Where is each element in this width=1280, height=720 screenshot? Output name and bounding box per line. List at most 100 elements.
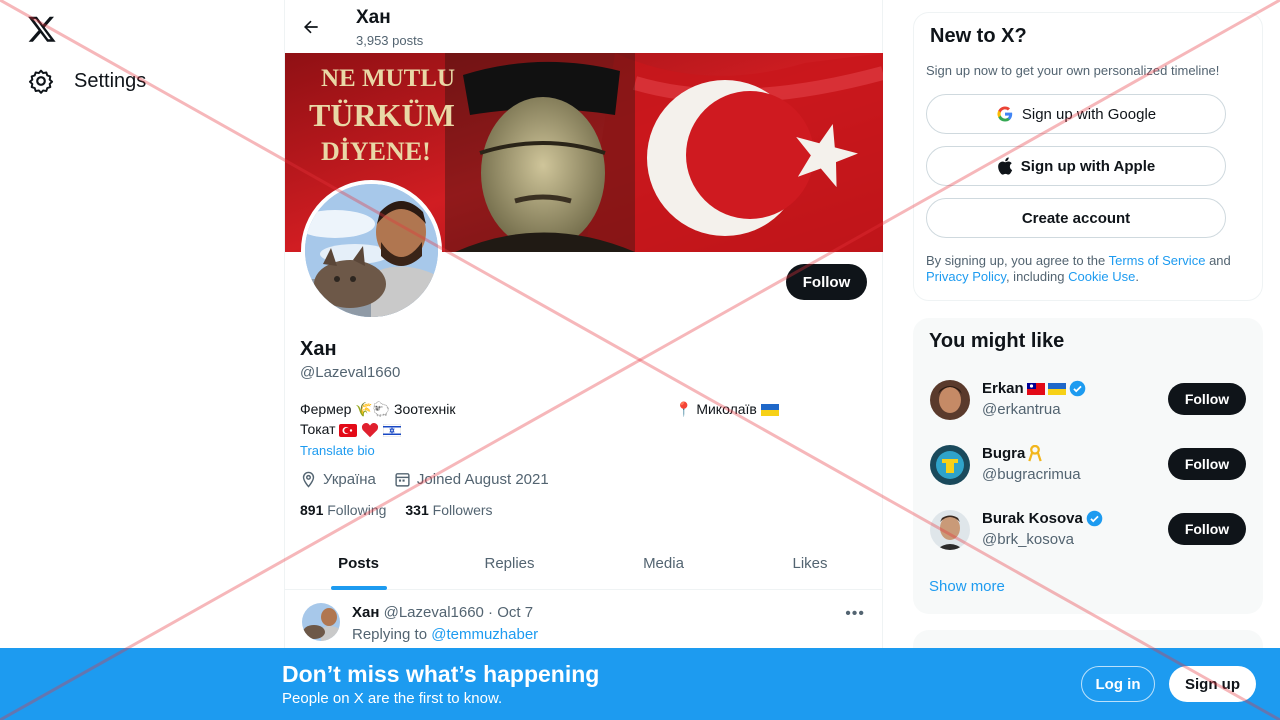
ukraine-flag-icon	[760, 404, 779, 417]
new-to-x-subtitle: Sign up now to get your own personalized…	[926, 63, 1220, 78]
banner-text-line1: NE MUTLU	[321, 65, 455, 92]
following-label: Following	[327, 502, 387, 518]
header-profile-name: Хан	[356, 7, 391, 28]
legal-prefix: By signing up, you agree to the	[926, 253, 1106, 268]
tab-posts[interactable]: Posts	[285, 537, 432, 590]
terms-link[interactable]: Terms of Service	[1109, 253, 1206, 268]
signup-bar-subtitle: People on X are the first to know.	[282, 690, 503, 707]
suggested-user-handle: @erkantrua	[982, 401, 1061, 418]
settings-label: Settings	[74, 69, 147, 92]
signup-legal-text: By signing up, you agree to the Terms of…	[926, 253, 1246, 285]
new-to-x-card: New to X? Sign up now to get your own pe…	[913, 12, 1263, 301]
signup-google-label: Sign up with Google	[1021, 105, 1157, 123]
header-post-count: 3,953 posts	[356, 33, 424, 48]
profile-tabs: Posts Replies Media Likes	[285, 537, 883, 590]
profile-column: Хан 3,953 posts NE MUTLU TÜRKÜM DİYENE! …	[284, 0, 883, 720]
verified-badge-icon	[1069, 380, 1085, 397]
turkey-flag-icon	[339, 423, 358, 437]
following-count: 891	[300, 502, 324, 518]
signup-button[interactable]: Sign up	[1169, 666, 1256, 702]
suggested-user[interactable]: Erkan @erkantrua Follow	[913, 380, 1263, 445]
suggested-user-name-row: Burak Kosova	[982, 510, 1103, 527]
suggested-user-name-row: Bugra	[982, 445, 1043, 462]
post-item[interactable]: Хан @Lazeval1660 · Oct 7 Replying to @te…	[285, 591, 883, 651]
following-link[interactable]: 891 Following	[300, 502, 386, 518]
banner-text-line2: TÜRKÜM	[309, 97, 455, 133]
signup-prompt-bar: Don’t miss what’s happening People on X …	[0, 648, 1280, 720]
cookie-link[interactable]: Cookie Use	[1068, 269, 1135, 284]
post-header: Хан @Lazeval1660 · Oct 7	[352, 604, 533, 621]
followers-count: 331	[405, 502, 429, 518]
follow-button[interactable]: Follow	[1168, 448, 1246, 480]
suggested-user[interactable]: Bugra @bugracrimua Follow	[913, 445, 1263, 510]
show-more-link[interactable]: Show more	[929, 578, 1005, 595]
create-account-button[interactable]: Create account	[926, 198, 1226, 238]
ukraine-flag-icon	[1047, 382, 1066, 395]
bio-line-1: Фермер 🌾🐑 Зоотехнік	[300, 401, 456, 417]
bio-line-2-text: Токат	[300, 421, 336, 437]
signup-google-button[interactable]: Sign up with Google	[926, 94, 1226, 134]
follow-profile-button[interactable]: Follow	[786, 264, 867, 300]
profile-avatar[interactable]	[301, 180, 442, 321]
red-heart-icon	[362, 423, 379, 438]
settings-link[interactable]: Settings	[28, 68, 146, 94]
location-item: Україна	[300, 471, 376, 488]
google-icon	[997, 106, 1013, 122]
israel-flag-icon	[383, 423, 402, 437]
signup-apple-label: Sign up with Apple	[1020, 157, 1156, 175]
suggested-user-name: Erkan	[982, 380, 1024, 397]
new-to-x-title: New to X?	[930, 25, 1027, 47]
privacy-link[interactable]: Privacy Policy	[926, 269, 1006, 284]
tab-media[interactable]: Media	[587, 537, 740, 590]
suggested-user-handle: @bugracrimua	[982, 466, 1081, 483]
banner-text-line3: DİYENE!	[321, 137, 431, 166]
more-options-icon[interactable]: •••	[845, 605, 865, 623]
login-button[interactable]: Log in	[1081, 666, 1155, 702]
signup-apple-button[interactable]: Sign up with Apple	[926, 146, 1226, 186]
taiwan-flag-icon	[1026, 382, 1045, 395]
suggested-user[interactable]: Burak Kosova @brk_kosova Follow	[913, 510, 1263, 575]
replying-to-link[interactable]: @temmuzhaber	[431, 626, 538, 643]
suggested-user-name: Bugra	[982, 445, 1026, 462]
followers-label: Followers	[432, 502, 493, 518]
legal-and: and	[1209, 253, 1231, 268]
followers-link[interactable]: 331 Followers	[405, 502, 492, 518]
post-author-name[interactable]: Хан	[352, 604, 379, 621]
tab-replies[interactable]: Replies	[432, 537, 587, 590]
suggested-user-handle: @brk_kosova	[982, 531, 1074, 548]
profile-handle: @Lazeval1660	[300, 364, 401, 381]
post-replying-to: Replying to @temmuzhaber	[352, 626, 538, 643]
tab-likes[interactable]: Likes	[740, 537, 880, 590]
post-handle-date: @Lazeval1660 · Oct 7	[383, 604, 534, 621]
signup-bar-title: Don’t miss what’s happening	[282, 661, 600, 687]
profile-name: Хан	[300, 338, 337, 360]
profile-meta: Україна Joined August 2021	[300, 471, 549, 488]
you-might-like-title: You might like	[929, 330, 1065, 352]
x-logo-icon[interactable]	[27, 14, 57, 44]
location-text: Україна	[323, 471, 376, 488]
yellow-ribbon-icon	[1028, 445, 1043, 462]
bio-location-text: 📍 Миколаїв	[675, 401, 757, 417]
left-nav: Settings	[0, 0, 284, 720]
follow-stats: 891 Following 331 Followers	[300, 502, 493, 518]
suggested-user-avatar[interactable]	[930, 445, 970, 485]
location-pin-icon	[302, 471, 315, 488]
suggested-user-name-row: Erkan	[982, 380, 1086, 397]
replying-prefix: Replying to	[352, 626, 428, 643]
suggested-user-avatar[interactable]	[930, 380, 970, 420]
suggested-user-avatar[interactable]	[930, 510, 970, 550]
post-avatar[interactable]	[302, 603, 340, 641]
bio-line-2: Токат	[300, 421, 402, 438]
legal-including: , including	[1005, 269, 1065, 284]
calendar-icon	[395, 473, 410, 487]
profile-header-bar: Хан 3,953 posts	[285, 0, 883, 53]
translate-bio-link[interactable]: Translate bio	[300, 443, 375, 458]
joined-item: Joined August 2021	[394, 471, 549, 488]
you-might-like-card: You might like Erkan @erkantrua Follow B…	[913, 318, 1263, 614]
gear-icon	[28, 69, 54, 94]
follow-button[interactable]: Follow	[1168, 383, 1246, 415]
follow-button[interactable]: Follow	[1168, 513, 1246, 545]
back-arrow-icon[interactable]	[301, 17, 321, 37]
verified-badge-icon	[1086, 510, 1103, 527]
joined-text: Joined August 2021	[416, 471, 549, 488]
